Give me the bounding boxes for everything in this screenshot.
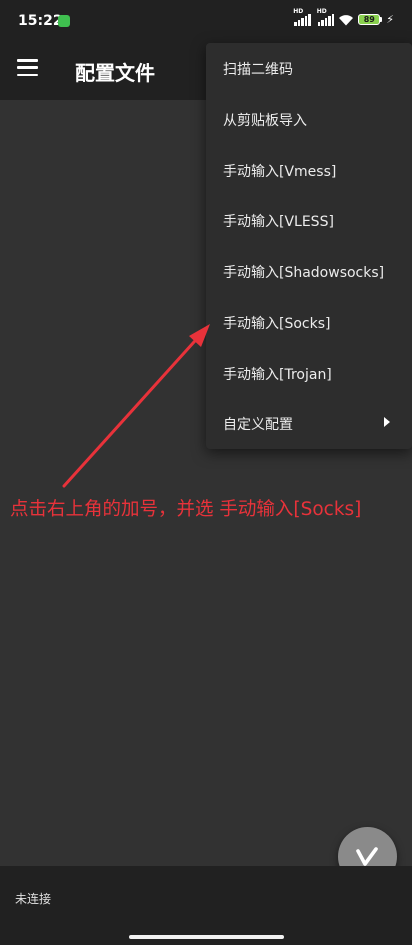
menu-item-manual-socks[interactable]: 手动输入[Socks]	[206, 297, 412, 348]
signal-2-icon: HD	[317, 8, 335, 26]
overflow-menu: 扫描二维码 从剪贴板导入 手动输入[Vmess] 手动输入[VLESS] 手动输…	[206, 43, 412, 449]
menu-item-label: 手动输入[Shadowsocks]	[223, 265, 385, 281]
menu-item-scan-qr[interactable]: 扫描二维码	[206, 43, 412, 94]
menu-item-manual-vless[interactable]: 手动输入[VLESS]	[206, 195, 412, 246]
menu-item-manual-shadowsocks[interactable]: 手动输入[Shadowsocks]	[206, 246, 412, 297]
menu-item-label: 手动输入[Vmess]	[223, 164, 337, 180]
network-badge-2: HD	[316, 8, 327, 15]
connection-status: 未连接	[15, 892, 52, 906]
menu-item-manual-trojan[interactable]: 手动输入[Trojan]	[206, 348, 412, 399]
submenu-arrow-icon	[384, 417, 390, 427]
network-badge-1: HD	[293, 8, 304, 15]
menu-item-label: 手动输入[Socks]	[223, 316, 331, 332]
app-notification-icon	[58, 15, 70, 27]
status-bar: 15:22 HD HD 89 ⚡	[0, 0, 412, 44]
menu-item-label: 手动输入[VLESS]	[223, 214, 334, 230]
hamburger-menu-icon[interactable]	[17, 59, 38, 77]
annotation-text: 点击右上角的加号，并选 手动输入[Socks]	[10, 499, 362, 520]
status-time: 15:22	[18, 13, 63, 29]
battery-icon: 89	[358, 14, 383, 25]
home-indicator[interactable]	[129, 935, 284, 939]
menu-item-custom-config[interactable]: 自定义配置	[206, 398, 412, 449]
menu-item-import-clipboard[interactable]: 从剪贴板导入	[206, 94, 412, 145]
bottom-bar: 未连接	[0, 866, 412, 945]
menu-item-label: 从剪贴板导入	[223, 113, 307, 129]
signal-1-icon: HD	[293, 8, 311, 26]
menu-item-label: 手动输入[Trojan]	[223, 367, 332, 383]
status-icons: HD HD 89 ⚡	[293, 8, 394, 26]
wifi-icon	[339, 15, 354, 26]
charging-bolt-icon: ⚡	[386, 13, 394, 26]
menu-item-manual-vmess[interactable]: 手动输入[Vmess]	[206, 145, 412, 196]
page-title: 配置文件	[75, 61, 155, 85]
battery-level: 89	[358, 14, 381, 25]
menu-item-label: 自定义配置	[223, 417, 293, 433]
menu-item-label: 扫描二维码	[223, 62, 293, 78]
